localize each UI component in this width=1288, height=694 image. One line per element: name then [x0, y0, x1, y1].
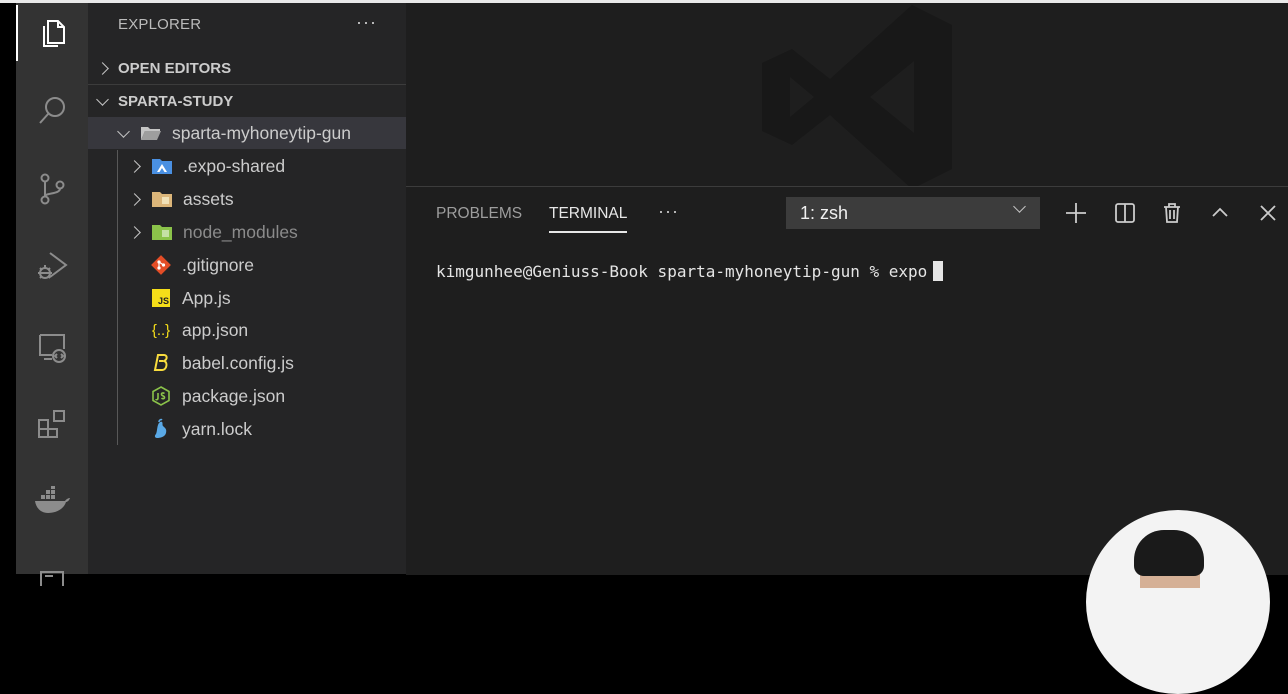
- tree-item-node-modules[interactable]: node_modules: [88, 216, 406, 248]
- open-editors-label: OPEN EDITORS: [118, 59, 232, 77]
- chevron-right-icon: [128, 225, 141, 239]
- npm-package-icon: [150, 385, 172, 407]
- terminal-select-dropdown[interactable]: 1: zsh: [786, 197, 1040, 229]
- source-control-activity-button[interactable]: [16, 161, 88, 217]
- explorer-sidebar: EXPLORER ··· OPEN EDITORS SPARTA-STUDY s…: [88, 3, 406, 574]
- tree-item-babel-config[interactable]: babel.config.js: [88, 347, 406, 379]
- extra-activity-button[interactable]: [16, 543, 88, 599]
- close-icon: [1260, 205, 1276, 221]
- tree-item-label: babel.config.js: [182, 352, 294, 373]
- webcam-overlay: [1086, 510, 1270, 694]
- tree-item-label: package.json: [182, 385, 286, 406]
- chevron-up-icon: [1212, 207, 1228, 217]
- chevron-right-icon: [128, 192, 141, 206]
- docker-activity-button[interactable]: [16, 473, 88, 529]
- explorer-more-actions-button[interactable]: ···: [356, 12, 377, 33]
- vscode-watermark-icon: [762, 5, 952, 186]
- panel-icon: [40, 571, 64, 586]
- docker-icon: [35, 486, 70, 513]
- tab-terminal[interactable]: TERMINAL: [549, 205, 627, 223]
- section-divider: [88, 84, 406, 85]
- tab-problems[interactable]: PROBLEMS: [436, 205, 522, 223]
- yarn-icon: [150, 418, 172, 440]
- chevron-right-icon: [128, 159, 141, 173]
- folder-open-icon: [140, 122, 162, 144]
- close-panel-button[interactable]: [1256, 201, 1280, 225]
- remote-explorer-activity-button[interactable]: [16, 319, 88, 375]
- terminal-prompt-text: kimgunhee@Geniuss-Book sparta-myhoneytip…: [436, 262, 928, 281]
- tree-item-label: assets: [183, 188, 234, 209]
- split-icon: [1115, 203, 1135, 223]
- git-icon: [150, 254, 172, 276]
- tree-item-gitignore[interactable]: .gitignore: [88, 249, 406, 281]
- active-tab-indicator: [549, 231, 627, 233]
- expo-folder-icon: [151, 155, 173, 177]
- workspace-section[interactable]: SPARTA-STUDY: [88, 86, 406, 116]
- babel-icon: [150, 352, 172, 374]
- tree-item-label: node_modules: [183, 221, 298, 242]
- chevron-down-icon: [96, 92, 109, 106]
- activity-bar: [16, 3, 88, 586]
- tree-item-label: yarn.lock: [182, 418, 253, 439]
- terminal-cursor: [933, 261, 944, 281]
- panel-more-actions-button[interactable]: ···: [658, 201, 679, 222]
- explorer-activity-button[interactable]: [16, 5, 88, 61]
- js-file-icon: JS: [150, 287, 172, 309]
- tree-item-app-json[interactable]: {..} app.json: [88, 314, 406, 346]
- tree-item-label: .gitignore: [182, 254, 254, 275]
- run-debug-activity-button[interactable]: [16, 237, 88, 293]
- tree-item-app-js[interactable]: JS App.js: [88, 282, 406, 314]
- tree-item-yarn-lock[interactable]: yarn.lock: [88, 413, 406, 445]
- search-icon: [39, 97, 65, 124]
- json-file-icon: {..}: [151, 321, 171, 339]
- tree-item-assets[interactable]: assets: [88, 183, 406, 215]
- new-terminal-button[interactable]: [1064, 201, 1088, 225]
- run-debug-icon: [38, 252, 68, 279]
- chevron-down-icon: [117, 124, 130, 138]
- explorer-title: EXPLORER: [118, 16, 202, 33]
- editor-area[interactable]: [406, 3, 1288, 186]
- remote-explorer-icon: [39, 334, 66, 363]
- tree-item-label: App.js: [182, 287, 231, 308]
- tree-item-package-json[interactable]: package.json: [88, 380, 406, 412]
- tree-item-label: .expo-shared: [183, 155, 286, 176]
- extensions-activity-button[interactable]: [16, 395, 88, 451]
- assets-folder-icon: [151, 188, 173, 210]
- tree-item-expo-shared[interactable]: .expo-shared: [88, 150, 406, 182]
- window-left-edge: [0, 3, 16, 574]
- kill-terminal-button[interactable]: [1160, 201, 1184, 225]
- workspace-label: SPARTA-STUDY: [118, 92, 234, 110]
- tree-item-label: app.json: [182, 319, 249, 340]
- tree-folder-root[interactable]: sparta-myhoneytip-gun: [88, 117, 406, 149]
- extensions-icon: [38, 410, 65, 438]
- maximize-panel-button[interactable]: [1208, 201, 1232, 225]
- plus-icon: [1066, 203, 1086, 223]
- chevron-down-icon: [1013, 200, 1026, 213]
- chevron-right-icon: [96, 61, 109, 75]
- source-control-icon: [40, 173, 65, 205]
- node-folder-icon: [151, 221, 173, 243]
- tree-item-label: sparta-myhoneytip-gun: [172, 122, 351, 143]
- search-activity-button[interactable]: [16, 83, 88, 139]
- terminal-output[interactable]: kimgunhee@Geniuss-Book sparta-myhoneytip…: [436, 261, 944, 281]
- open-editors-section[interactable]: OPEN EDITORS: [88, 53, 406, 83]
- split-terminal-button[interactable]: [1113, 201, 1137, 225]
- files-icon: [43, 20, 65, 47]
- trash-icon: [1164, 203, 1180, 223]
- presenter-hair: [1134, 530, 1204, 576]
- terminal-select-value: 1: zsh: [800, 202, 849, 223]
